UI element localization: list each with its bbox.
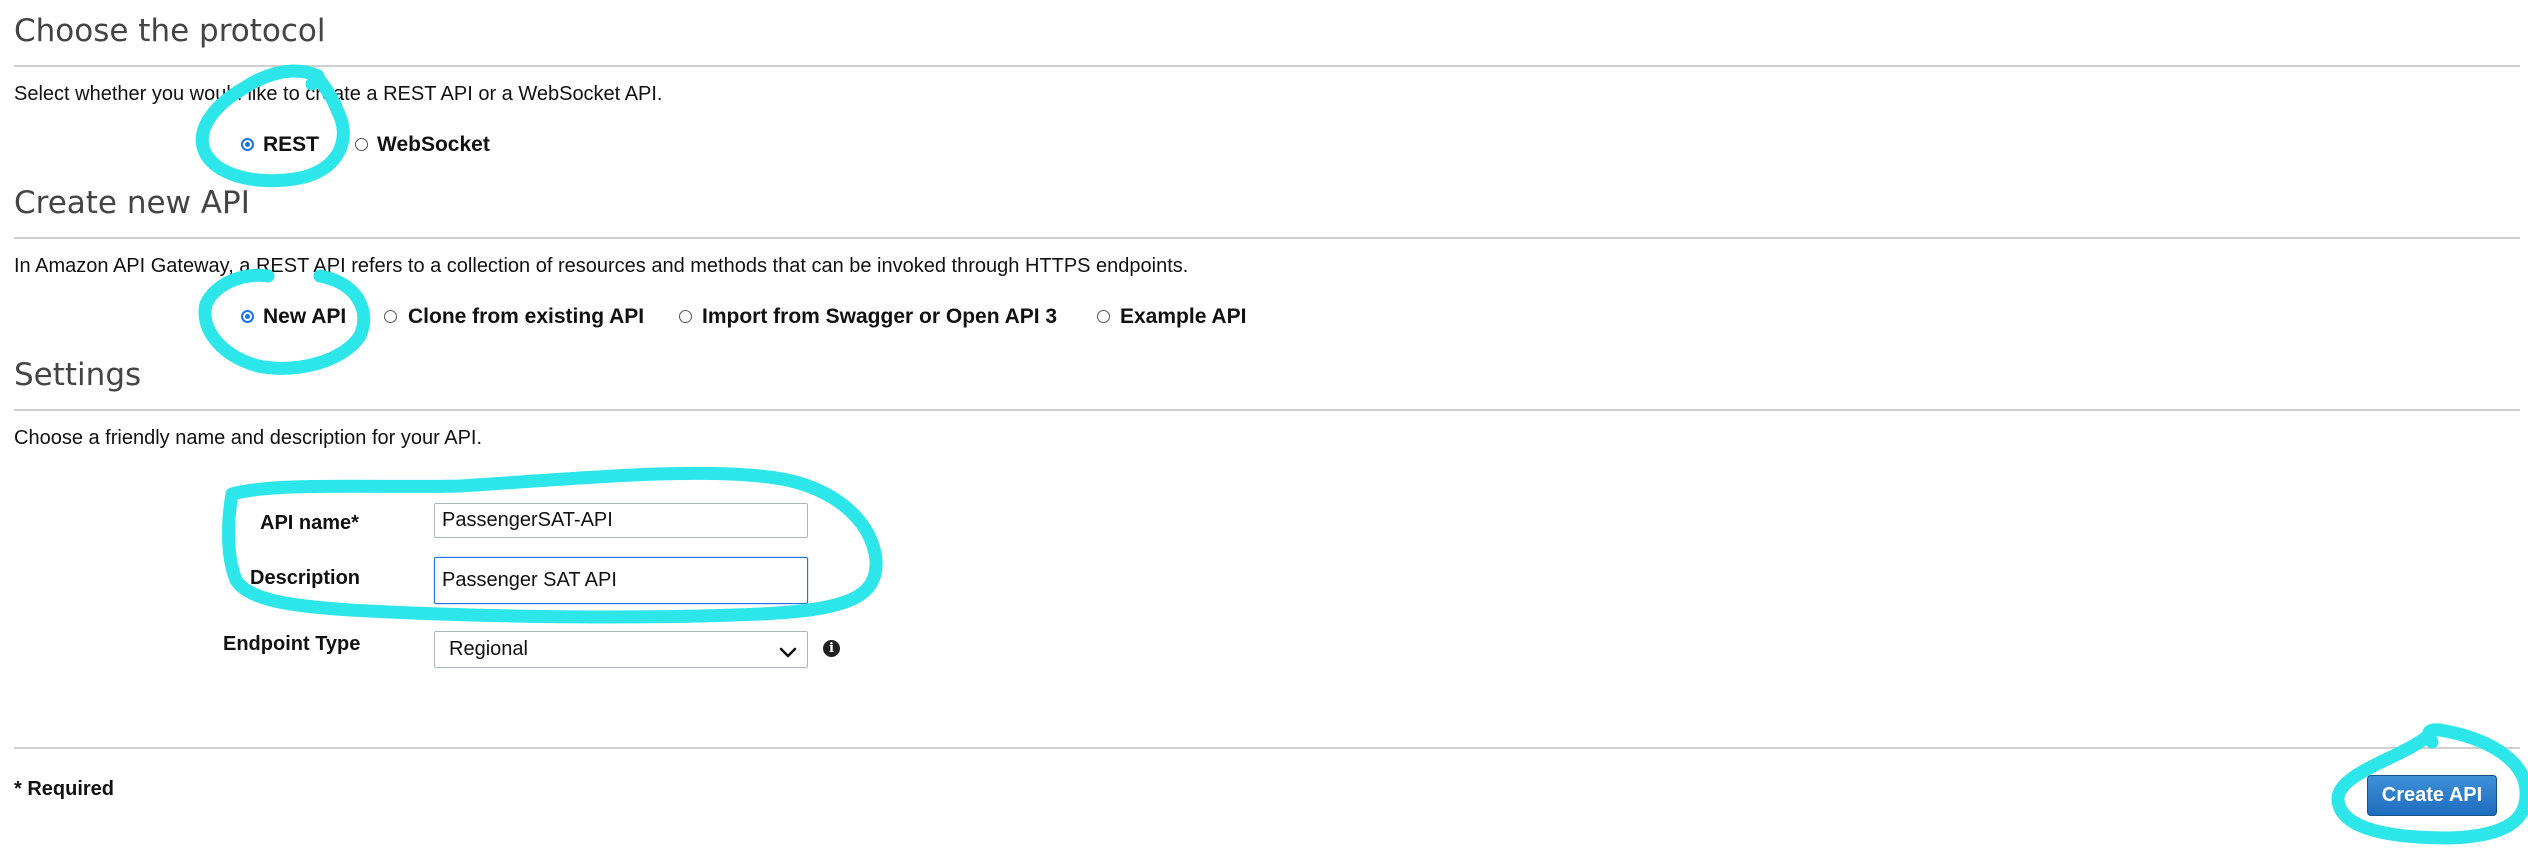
description-input[interactable] [434, 557, 808, 604]
footer-divider [14, 747, 2520, 749]
endpoint-type-select[interactable]: Regional [434, 631, 808, 668]
radio-clone-api[interactable]: Clone from existing API [384, 306, 654, 328]
description-label: Description [250, 567, 361, 589]
api-name-input[interactable] [434, 503, 808, 538]
radio-rest-label: REST [263, 133, 320, 156]
radio-rest[interactable]: REST [241, 134, 321, 156]
radio-rest-indicator[interactable] [241, 138, 254, 151]
settings-description: Choose a friendly name and description f… [14, 427, 483, 449]
settings-section-title: Settings [14, 357, 142, 393]
protocol-description: Select whether you would like to create … [14, 83, 663, 105]
radio-clone-api-indicator[interactable] [384, 310, 397, 323]
required-note: * Required [14, 778, 115, 800]
radio-websocket-indicator[interactable] [355, 138, 368, 151]
radio-clone-api-label: Clone from existing API [408, 305, 645, 328]
create-api-description: In Amazon API Gateway, a REST API refers… [14, 255, 1189, 277]
settings-section-divider [14, 409, 2520, 411]
protocol-section-title: Choose the protocol [14, 13, 326, 49]
protocol-section-divider [14, 65, 2520, 67]
radio-new-api-label: New API [263, 305, 347, 328]
radio-websocket-label: WebSocket [377, 133, 490, 156]
radio-websocket[interactable]: WebSocket [355, 134, 505, 156]
radio-new-api-indicator[interactable] [241, 310, 254, 323]
radio-example-api-indicator[interactable] [1097, 310, 1110, 323]
api-name-label: API name* [260, 512, 359, 534]
radio-import-swagger-indicator[interactable] [679, 310, 692, 323]
radio-example-api-label: Example API [1120, 305, 1247, 328]
chevron-down-icon [779, 643, 797, 658]
radio-new-api[interactable]: New API [241, 306, 351, 328]
create-api-button[interactable]: Create API [2367, 775, 2497, 816]
annotation-overlay [195, 64, 2528, 845]
radio-import-swagger-label: Import from Swagger or Open API 3 [702, 305, 1058, 328]
endpoint-type-label: Endpoint Type [223, 633, 361, 655]
info-icon[interactable]: i [823, 640, 840, 657]
radio-example-api[interactable]: Example API [1097, 306, 1257, 328]
endpoint-type-value: Regional [449, 638, 528, 660]
radio-import-swagger[interactable]: Import from Swagger or Open API 3 [679, 306, 1069, 328]
create-api-section-divider [14, 237, 2520, 239]
create-api-section-title: Create new API [14, 185, 250, 221]
